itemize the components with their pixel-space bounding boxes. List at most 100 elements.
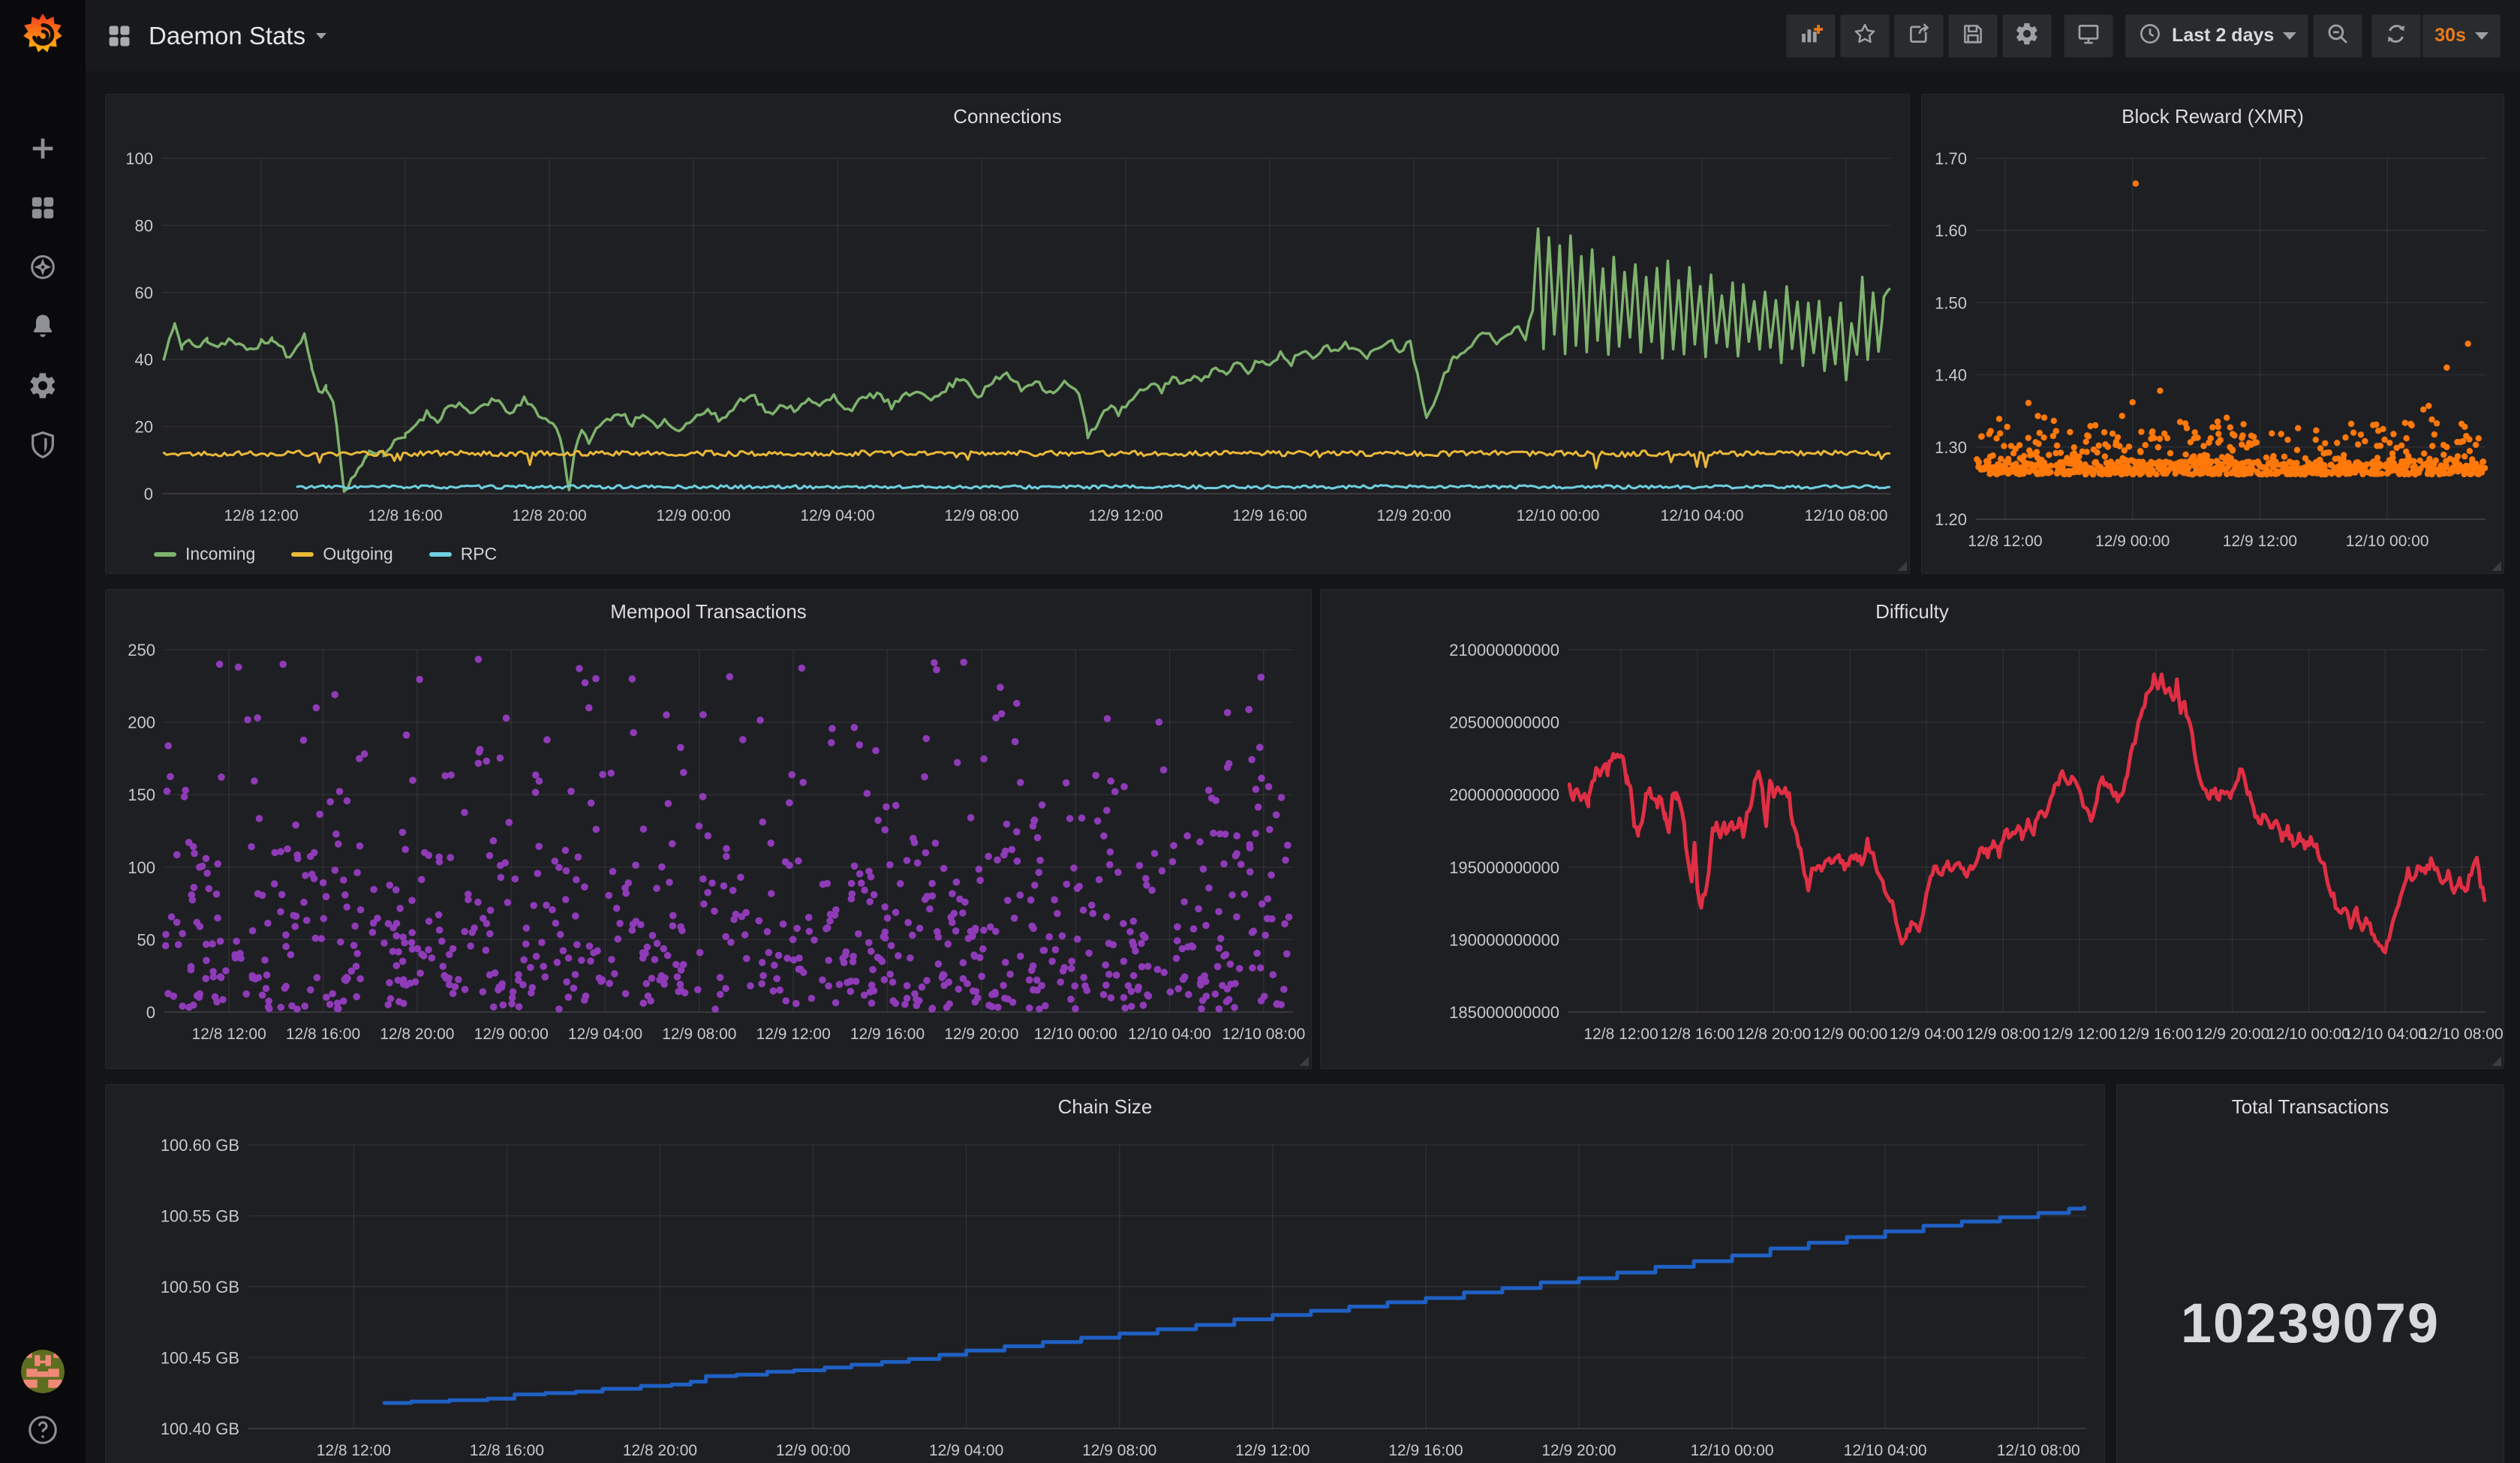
refresh-interval-picker[interactable]: 30s bbox=[2422, 14, 2500, 58]
navbar-left: Daemon Stats bbox=[105, 22, 326, 50]
add-panel-icon bbox=[1798, 21, 1824, 50]
share-dashboard-button[interactable] bbox=[1894, 14, 1944, 58]
panel-connections: Connections 12/8 12:0012/8 16:0012/8 20:… bbox=[105, 94, 1910, 574]
svg-text:80: 80 bbox=[135, 216, 153, 235]
time-range-label: Last 2 days bbox=[2172, 25, 2274, 47]
refresh-icon bbox=[2383, 21, 2409, 50]
help-icon bbox=[26, 1437, 60, 1450]
svg-text:190000000000: 190000000000 bbox=[1449, 930, 1559, 949]
svg-text:100.55 GB: 100.55 GB bbox=[161, 1207, 239, 1226]
chain-size-chart[interactable]: 12/8 12:0012/8 16:0012/8 20:0012/9 00:00… bbox=[106, 1085, 2104, 1463]
svg-text:205000000000: 205000000000 bbox=[1449, 713, 1559, 732]
svg-text:12/9 04:00: 12/9 04:00 bbox=[800, 507, 874, 524]
configuration-button[interactable] bbox=[0, 358, 86, 417]
svg-text:12/10 04:00: 12/10 04:00 bbox=[1661, 507, 1744, 524]
navbar-toolbar: Last 2 days 30s bbox=[1774, 14, 2500, 58]
svg-text:12/9 20:00: 12/9 20:00 bbox=[944, 1026, 1018, 1043]
dashboard-grid: Connections 12/8 12:0012/8 16:0012/8 20:… bbox=[86, 71, 2520, 1463]
monitor-icon bbox=[2076, 21, 2101, 50]
sidebar bbox=[0, 0, 86, 1463]
svg-text:12/8 16:00: 12/8 16:00 bbox=[286, 1026, 360, 1043]
svg-text:12/8 20:00: 12/8 20:00 bbox=[623, 1442, 697, 1459]
help-button[interactable] bbox=[26, 1413, 60, 1451]
svg-text:200000000000: 200000000000 bbox=[1449, 786, 1559, 804]
legend-item-rpc[interactable]: RPC bbox=[429, 544, 498, 564]
explore-button[interactable] bbox=[0, 239, 86, 299]
refresh-button[interactable] bbox=[2371, 14, 2421, 58]
svg-text:12/9 20:00: 12/9 20:00 bbox=[2195, 1026, 2269, 1043]
svg-text:12/9 20:00: 12/9 20:00 bbox=[1541, 1442, 1616, 1459]
gear-icon bbox=[28, 371, 58, 404]
panel-title[interactable]: Mempool Transactions bbox=[106, 590, 1311, 633]
svg-text:12/9 12:00: 12/9 12:00 bbox=[2223, 533, 2297, 550]
block-reward-chart[interactable]: 12/8 12:00 12/9 00:00 12/9 12:00 12/10 00:0… bbox=[1922, 95, 2503, 573]
panel-mempool: Mempool Transactions 12/8 12:0012/8 16:0… bbox=[105, 589, 1312, 1069]
dashboards-button[interactable] bbox=[0, 180, 86, 239]
save-dashboard-button[interactable] bbox=[1948, 14, 1998, 58]
cycle-view-mode-button[interactable] bbox=[2064, 14, 2113, 58]
svg-text:20: 20 bbox=[135, 418, 153, 437]
dashboard-picker-button[interactable] bbox=[105, 22, 134, 50]
server-admin-button[interactable] bbox=[0, 417, 86, 476]
zoom-out-icon bbox=[2325, 21, 2350, 50]
dashboards-grid-icon bbox=[28, 193, 58, 227]
save-icon bbox=[1960, 21, 1986, 50]
legend-item-incoming[interactable]: Incoming bbox=[154, 544, 255, 564]
clock-icon bbox=[2137, 21, 2163, 50]
page-title: Daemon Stats bbox=[149, 22, 305, 50]
svg-text:12/8 20:00: 12/8 20:00 bbox=[1737, 1026, 1811, 1043]
legend-label: Outgoing bbox=[323, 544, 392, 564]
panel-title[interactable]: Difficulty bbox=[1321, 590, 2503, 633]
svg-text:12/10 04:00: 12/10 04:00 bbox=[2344, 1026, 2427, 1043]
zoom-out-time-button[interactable] bbox=[2313, 14, 2362, 58]
dashboard-title-button[interactable]: Daemon Stats bbox=[149, 22, 326, 50]
alerting-button[interactable] bbox=[0, 299, 86, 358]
svg-text:12/9 12:00: 12/9 12:00 bbox=[1088, 507, 1162, 524]
panel-title[interactable]: Block Reward (XMR) bbox=[1922, 95, 2503, 138]
sidebar-bottom bbox=[0, 1350, 86, 1451]
time-range-picker[interactable]: Last 2 days bbox=[2125, 14, 2308, 58]
create-button[interactable] bbox=[0, 121, 86, 180]
svg-text:12/8 12:00: 12/8 12:00 bbox=[1968, 533, 2042, 550]
svg-text:12/9 16:00: 12/9 16:00 bbox=[1232, 507, 1307, 524]
star-dashboard-button[interactable] bbox=[1840, 14, 1890, 58]
panel-title[interactable]: Connections bbox=[106, 95, 1909, 138]
user-avatar[interactable] bbox=[21, 1350, 65, 1393]
svg-text:12/9 04:00: 12/9 04:00 bbox=[568, 1026, 642, 1043]
bell-icon bbox=[28, 311, 58, 345]
panel-tools-group bbox=[1786, 14, 2052, 58]
svg-text:12/10 08:00: 12/10 08:00 bbox=[1997, 1442, 2080, 1459]
svg-text:100.50 GB: 100.50 GB bbox=[161, 1278, 239, 1296]
add-panel-button[interactable] bbox=[1786, 14, 1836, 58]
svg-text:1.40: 1.40 bbox=[1935, 366, 1967, 385]
svg-text:12/9 16:00: 12/9 16:00 bbox=[850, 1026, 925, 1043]
svg-text:12/10 08:00: 12/10 08:00 bbox=[2420, 1026, 2503, 1043]
legend-swatch bbox=[154, 552, 176, 557]
sidebar-nav bbox=[0, 121, 86, 476]
legend-item-outgoing[interactable]: Outgoing bbox=[291, 544, 392, 564]
panel-title[interactable]: Total Transactions bbox=[2117, 1085, 2503, 1128]
star-icon bbox=[1852, 21, 1878, 50]
grafana-logo[interactable] bbox=[0, 0, 86, 71]
panel-title[interactable]: Chain Size bbox=[106, 1085, 2104, 1128]
svg-text:12/10 00:00: 12/10 00:00 bbox=[1517, 507, 1600, 524]
svg-text:12/10 00:00: 12/10 00:00 bbox=[2346, 533, 2429, 550]
svg-text:12/10 08:00: 12/10 08:00 bbox=[1805, 507, 1888, 524]
panel-chain-size: Chain Size 12/8 12:0012/8 16:0012/8 20:0… bbox=[105, 1084, 2105, 1463]
svg-text:1.30: 1.30 bbox=[1935, 438, 1967, 457]
connections-chart[interactable]: 12/8 12:0012/8 16:0012/8 20:0012/9 00:00… bbox=[106, 95, 1909, 573]
svg-text:50: 50 bbox=[137, 930, 155, 949]
difficulty-chart[interactable]: 12/8 12:0012/8 16:0012/8 20:0012/9 00:00… bbox=[1321, 590, 2503, 1068]
dashboard-settings-button[interactable] bbox=[2002, 14, 2052, 58]
svg-text:12/9 00:00: 12/9 00:00 bbox=[2095, 533, 2170, 550]
svg-text:12/9 04:00: 12/9 04:00 bbox=[1890, 1026, 1964, 1043]
legend-label: RPC bbox=[461, 544, 498, 564]
svg-text:12/8 16:00: 12/8 16:00 bbox=[470, 1442, 544, 1459]
svg-text:60: 60 bbox=[135, 284, 153, 302]
mempool-chart[interactable]: 12/8 12:0012/8 16:0012/8 20:0012/9 00:00… bbox=[106, 590, 1311, 1068]
refresh-interval-label: 30s bbox=[2434, 25, 2466, 47]
svg-text:195000000000: 195000000000 bbox=[1449, 858, 1559, 877]
svg-text:40: 40 bbox=[135, 350, 153, 369]
svg-text:12/9 00:00: 12/9 00:00 bbox=[474, 1026, 549, 1043]
svg-text:0: 0 bbox=[146, 1003, 155, 1022]
